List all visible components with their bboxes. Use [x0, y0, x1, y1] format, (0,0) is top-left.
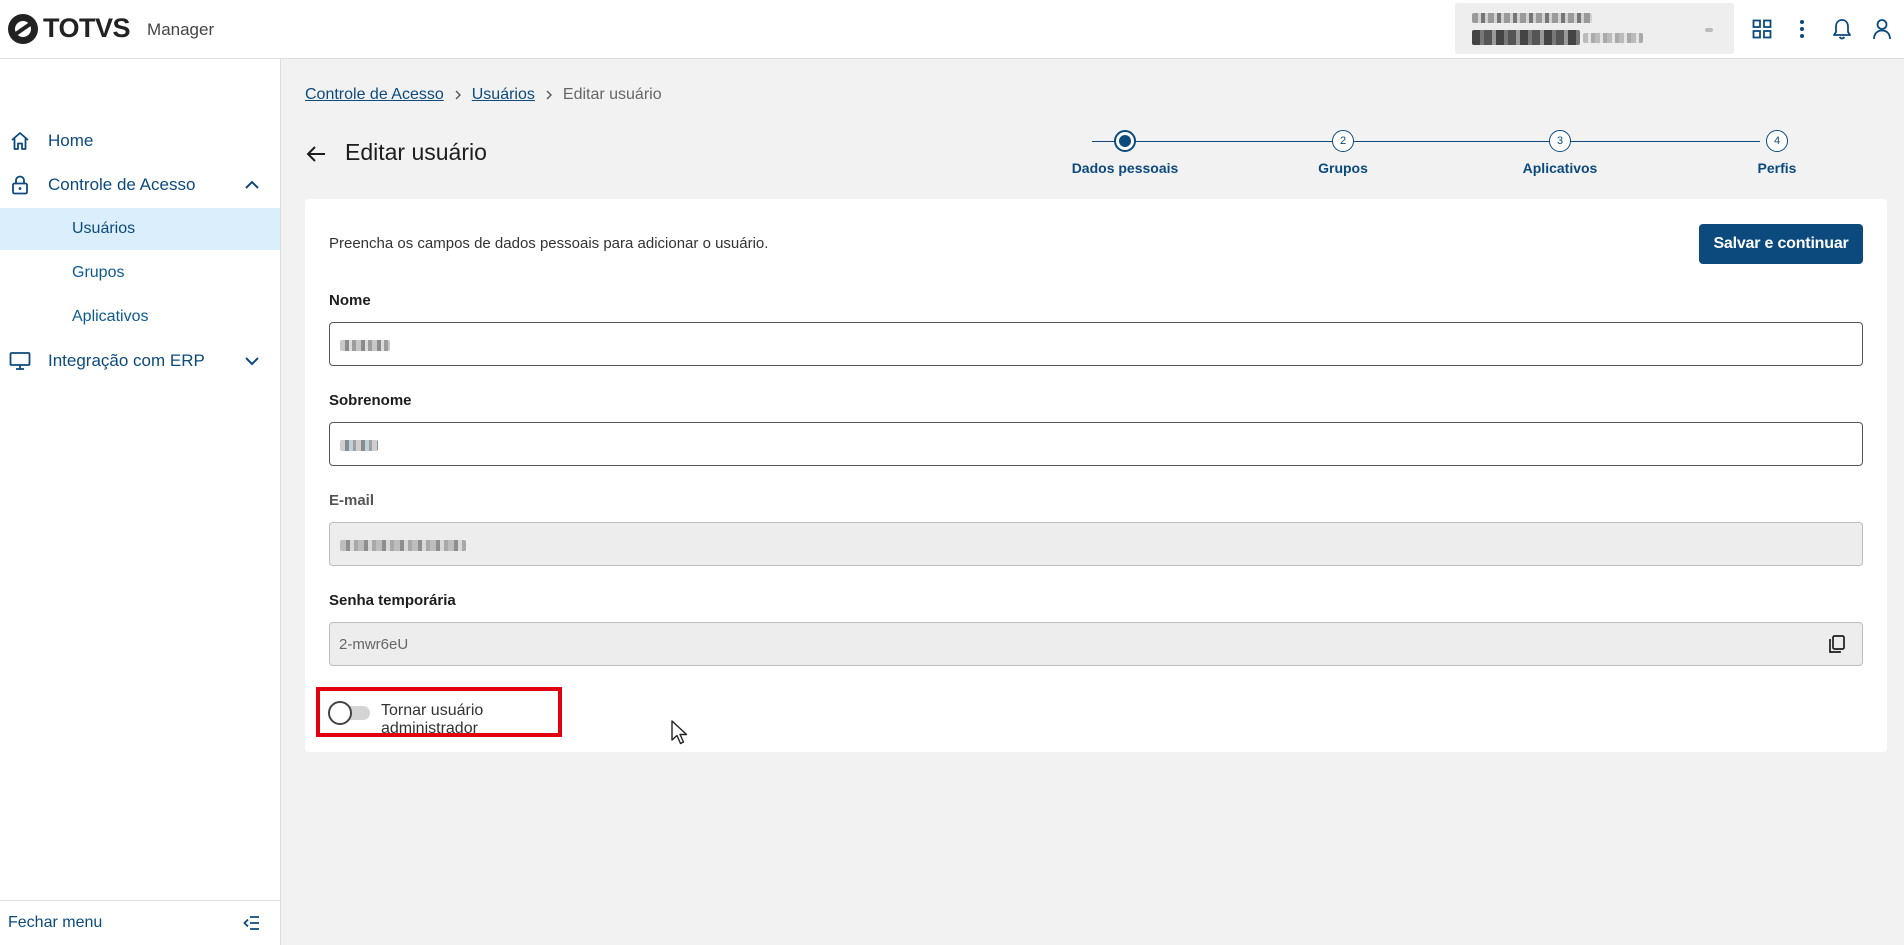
stepper: Dados pessoais 2 Grupos 3 Aplicativos 4 …: [1072, 130, 1796, 185]
sidebar-item-label: Controle de Acesso: [48, 175, 196, 194]
copy-icon[interactable]: [1827, 634, 1849, 656]
more-options-icon[interactable]: [1790, 17, 1814, 41]
brand[interactable]: TOTVS Manager: [8, 13, 214, 44]
lock-icon: [9, 174, 31, 196]
step-grupos[interactable]: 2 Grupos: [1263, 130, 1423, 176]
step-dados-pessoais[interactable]: Dados pessoais: [1045, 130, 1205, 176]
senha-temporaria-field: 2-mwr6eU: [329, 622, 1863, 666]
step-number: 4: [1766, 130, 1788, 152]
sidebar-item-home[interactable]: Home: [0, 121, 280, 161]
step-perfis[interactable]: 4 Perfis: [1697, 130, 1857, 176]
breadcrumb-link-controle-de-acesso[interactable]: Controle de Acesso: [305, 86, 444, 104]
toggle-knob: [328, 701, 352, 725]
breadcrumb: Controle de Acesso Usuários Editar usuár…: [305, 86, 662, 104]
chevron-down-icon: [243, 352, 261, 370]
sidebar-subitem-label: Aplicativos: [72, 308, 149, 325]
user-form-card: Preencha os campos de dados pessoais par…: [305, 199, 1887, 752]
sidebar-subitem-label: Grupos: [72, 264, 125, 281]
nome-field[interactable]: [329, 322, 1863, 366]
sidebar-subitem-label: Usuários: [72, 220, 136, 237]
page-title: Editar usuário: [345, 139, 487, 165]
step-label: Grupos: [1318, 160, 1368, 176]
email-field: [329, 522, 1863, 566]
save-and-continue-button[interactable]: Salvar e continuar: [1699, 224, 1863, 264]
redacted-sobrenome-value: [340, 440, 378, 451]
account-selector[interactable]: [1455, 3, 1734, 54]
sobrenome-field[interactable]: [329, 422, 1863, 466]
close-menu-label: Fechar menu: [8, 914, 103, 931]
apps-grid-icon[interactable]: [1750, 17, 1774, 41]
breadcrumb-current: Editar usuário: [562, 86, 662, 103]
admin-toggle-switch[interactable]: [328, 701, 370, 725]
sidebar-item-integracao-erp[interactable]: Integração com ERP: [0, 341, 280, 381]
home-icon: [9, 130, 31, 152]
redacted-nome-value: [340, 340, 390, 351]
mouse-cursor-icon: [670, 719, 692, 747]
step-current-icon: [1114, 130, 1136, 152]
chevron-up-icon: [243, 176, 261, 194]
close-menu-button[interactable]: Fechar menu: [0, 900, 280, 945]
nome-label: Nome: [329, 292, 371, 309]
chevron-right-icon: [535, 88, 563, 102]
step-aplicativos[interactable]: 3 Aplicativos: [1480, 130, 1640, 176]
account-dropdown-icon: [1705, 28, 1713, 32]
back-arrow-icon[interactable]: [305, 143, 327, 165]
step-label: Perfis: [1757, 160, 1797, 176]
redacted-email-value: [340, 540, 466, 551]
email-label: E-mail: [329, 492, 375, 509]
app-name: Manager: [147, 20, 215, 39]
top-bar: TOTVS Manager: [0, 0, 1904, 59]
sidebar-item-label: Integração com ERP: [48, 351, 205, 370]
step-number: 2: [1332, 130, 1354, 152]
sidebar-item-usuarios[interactable]: Usuários: [0, 208, 280, 250]
chevron-right-icon: [444, 88, 472, 102]
senha-temporaria-label: Senha temporária: [329, 592, 456, 609]
redacted-account-name: [1472, 13, 1592, 23]
brand-name: TOTVS: [43, 13, 131, 43]
sidebar: Home Controle de Acesso Usuários Grupos …: [0, 59, 281, 945]
sidebar-item-controle-de-acesso[interactable]: Controle de Acesso: [0, 165, 280, 205]
admin-toggle-highlight: Tornar usuário administrador: [316, 687, 562, 737]
step-label: Dados pessoais: [1071, 160, 1179, 176]
notifications-bell-icon[interactable]: [1830, 17, 1854, 41]
step-label: Aplicativos: [1522, 160, 1598, 176]
redacted-account-detail: [1472, 30, 1580, 45]
collapse-menu-icon: [242, 913, 262, 933]
step-number: 3: [1549, 130, 1571, 152]
admin-toggle-label[interactable]: Tornar usuário administrador: [381, 702, 558, 738]
sidebar-item-label: Home: [48, 131, 94, 150]
user-profile-icon[interactable]: [1870, 17, 1894, 41]
sidebar-item-grupos[interactable]: Grupos: [0, 252, 280, 294]
sidebar-item-aplicativos[interactable]: Aplicativos: [0, 296, 280, 338]
senha-temporaria-value: 2-mwr6eU: [339, 636, 409, 653]
sobrenome-label: Sobrenome: [329, 392, 412, 409]
monitor-icon: [9, 350, 31, 372]
breadcrumb-link-usuarios[interactable]: Usuários: [472, 86, 535, 104]
form-description: Preencha os campos de dados pessoais par…: [329, 235, 769, 252]
redacted-account-extra: [1583, 33, 1643, 43]
totvs-logo-icon: [8, 13, 38, 44]
